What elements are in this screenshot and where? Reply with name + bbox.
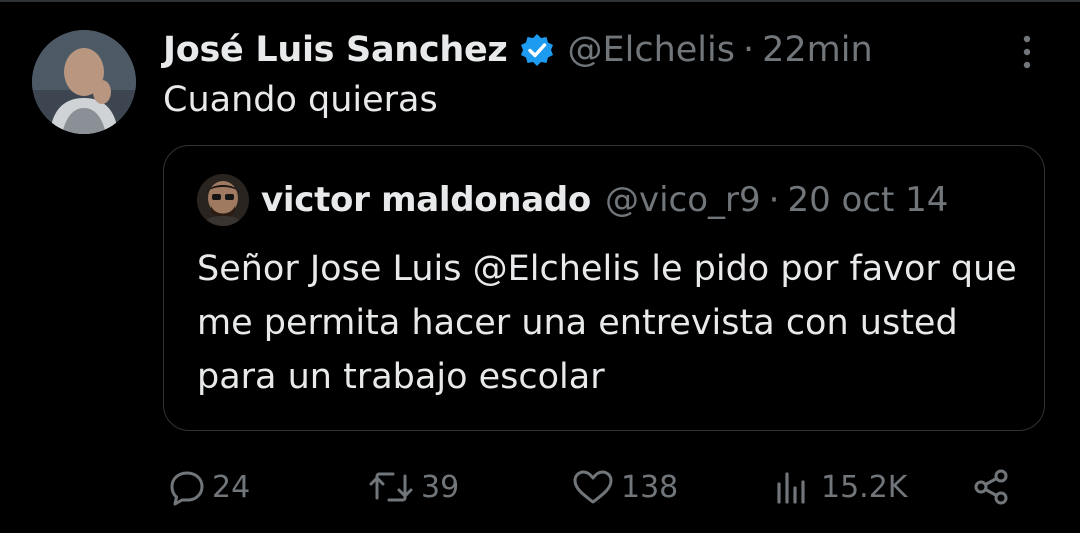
quoted-author-avatar — [197, 174, 249, 226]
tweet-text: Cuando quieras — [163, 80, 438, 120]
author-avatar[interactable] — [32, 30, 136, 134]
header-separator: · — [742, 30, 755, 70]
quoted-author-handle: @vico_r9 — [604, 180, 761, 220]
quoted-header-separator: · — [768, 180, 780, 220]
author-name[interactable]: José Luis Sanchez — [163, 30, 508, 70]
share-icon — [972, 467, 1012, 507]
author-handle[interactable]: @Elchelis — [567, 30, 734, 70]
views-button[interactable]: 15.2K — [771, 462, 907, 512]
repost-icon — [367, 468, 415, 506]
quoted-tweet-timestamp: 20 oct 14 — [787, 180, 949, 220]
quoted-tweet-text: Señor Jose Luis @Elchelis le pido por fa… — [197, 249, 1017, 397]
reply-icon — [168, 468, 206, 506]
quoted-author-name: victor maldonado — [261, 180, 591, 220]
views-icon — [771, 468, 815, 506]
tweet-header: José Luis Sanchez @Elchelis · 22min — [163, 22, 873, 78]
views-count: 15.2K — [821, 469, 908, 505]
verified-badge-icon — [519, 32, 555, 68]
action-bar: 24 39 138 15.2K — [0, 462, 1080, 512]
repost-count: 39 — [421, 469, 460, 505]
repost-button[interactable]: 39 — [367, 462, 459, 512]
reply-button[interactable]: 24 — [168, 462, 250, 512]
quoted-tweet-card[interactable]: victor maldonado @vico_r9 · 20 oct 14 Se… — [163, 145, 1045, 431]
quoted-tweet-header: victor maldonado @vico_r9 · 20 oct 14 — [261, 174, 948, 226]
top-divider — [0, 0, 1080, 2]
more-icon[interactable] — [1010, 30, 1044, 74]
share-button[interactable] — [972, 462, 1012, 512]
like-count: 138 — [621, 469, 679, 505]
like-icon — [571, 468, 615, 506]
tweet-timestamp[interactable]: 22min — [762, 30, 873, 70]
like-button[interactable]: 138 — [571, 462, 678, 512]
reply-count: 24 — [212, 469, 251, 505]
